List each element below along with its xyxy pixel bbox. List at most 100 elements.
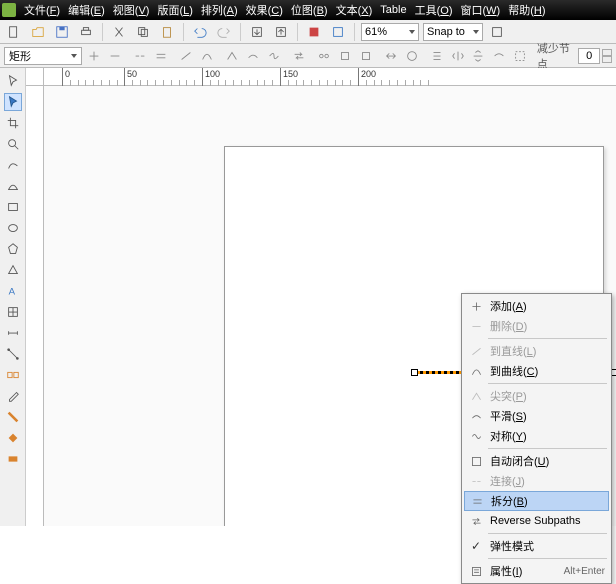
interactive-fill-tool[interactable] [4,450,22,468]
extend-icon[interactable] [315,46,332,66]
ctx-curve[interactable]: 到曲线(C) [464,361,609,381]
paste-icon[interactable] [157,22,177,42]
menu-窗口[interactable]: 窗口(W) [460,2,500,18]
text-tool[interactable]: A [4,282,22,300]
menu-Table[interactable]: Table [380,4,406,16]
elastic-icon[interactable] [491,46,508,66]
fill-tool[interactable] [4,429,22,447]
rotate-icon[interactable] [403,46,420,66]
redo-icon[interactable] [214,22,234,42]
smooth-icon[interactable] [244,46,261,66]
reduce-spinner[interactable]: 0 [578,48,612,64]
snap-select[interactable]: Snap to [423,23,483,41]
app-icon [2,3,16,17]
ctx-props[interactable]: 属性(I)Alt+Enter [464,561,609,581]
ctx-symm[interactable]: 对称(Y) [464,426,609,446]
ctx-plus[interactable]: 添加(A) [464,296,609,316]
print-icon[interactable] [76,22,96,42]
ctx-label: 对称(Y) [490,428,605,444]
basic-shapes-tool[interactable] [4,261,22,279]
freehand-tool[interactable] [4,156,22,174]
ellipse-tool[interactable] [4,219,22,237]
ctx-elastic[interactable]: 弹性模式 [464,536,609,556]
connector-tool[interactable] [4,345,22,363]
app-launcher-icon[interactable] [304,22,324,42]
symmetric-icon[interactable] [265,46,282,66]
reflect-v-icon[interactable] [470,46,487,66]
toolbox: A [0,68,26,526]
eyedropper-tool[interactable] [4,387,22,405]
ctx-label: 到曲线(C) [490,363,605,379]
minus-icon [468,318,484,334]
ctx-label: 尖突(P) [490,388,605,404]
extract-icon[interactable] [336,46,353,66]
interactive-blend-tool[interactable] [4,366,22,384]
undo-icon[interactable] [190,22,210,42]
elastic-icon [468,538,484,554]
select-all-icon[interactable] [512,46,529,66]
menu-文本[interactable]: 文本(X) [336,2,373,18]
cusp-icon[interactable] [224,46,241,66]
menu-帮助[interactable]: 帮助(H) [508,2,545,18]
export-icon[interactable] [271,22,291,42]
smooth-icon [468,408,484,424]
copy-icon[interactable] [133,22,153,42]
break-icon [469,493,485,509]
outline-tool[interactable] [4,408,22,426]
stretch-icon[interactable] [382,46,399,66]
ctx-label: 添加(A) [490,298,605,314]
ctx-break[interactable]: 拆分(B) [464,491,609,511]
table-tool[interactable] [4,303,22,321]
menu-位图[interactable]: 位图(B) [291,2,328,18]
shape-select[interactable]: 矩形 [4,47,82,65]
to-line-icon[interactable] [178,46,195,66]
rectangle-tool[interactable] [4,198,22,216]
zoom-select[interactable]: 61% [361,23,419,41]
join-nodes-icon[interactable] [132,46,149,66]
reverse-icon[interactable] [290,46,307,66]
align-icon[interactable] [428,46,445,66]
ruler-horizontal: 050100150200 [44,68,616,86]
new-icon[interactable] [4,22,24,42]
menu-文件[interactable]: 文件(F) [24,2,60,18]
ctx-rev[interactable]: Reverse Subpaths [464,511,609,531]
shape-label: 矩形 [9,48,31,64]
pick-tool[interactable] [4,72,22,90]
break-nodes-icon[interactable] [153,46,170,66]
cut-icon[interactable] [109,22,129,42]
ctx-label: 平滑(S) [490,408,605,424]
to-curve-icon[interactable] [199,46,216,66]
dimension-tool[interactable] [4,324,22,342]
polygon-tool[interactable] [4,240,22,258]
menu-版面[interactable]: 版面(L) [157,2,192,18]
options-icon[interactable] [487,22,507,42]
menu-排列[interactable]: 排列(A) [201,2,238,18]
open-icon[interactable] [28,22,48,42]
menu-编辑[interactable]: 编辑(E) [68,2,105,18]
delete-node-icon[interactable] [107,46,124,66]
shape-tool[interactable] [4,93,22,111]
menu-效果[interactable]: 效果(C) [246,2,283,18]
ctx-smooth[interactable]: 平滑(S) [464,406,609,426]
menu-视图[interactable]: 视图(V) [113,2,150,18]
close-icon [468,453,484,469]
ctx-close[interactable]: 自动闭合(U) [464,451,609,471]
ctx-minus: 删除(D) [464,316,609,336]
ctx-label: 到直线(L) [490,343,605,359]
import-icon[interactable] [247,22,267,42]
props-icon [468,563,484,579]
ctx-label: 连接(J) [490,473,605,489]
welcome-icon[interactable] [328,22,348,42]
line-icon [468,343,484,359]
rev-icon [468,513,484,529]
crop-tool[interactable] [4,114,22,132]
close-curve-icon[interactable] [357,46,374,66]
ctx-label: 自动闭合(U) [490,453,605,469]
join-icon [468,473,484,489]
reflect-h-icon[interactable] [449,46,466,66]
zoom-tool[interactable] [4,135,22,153]
add-node-icon[interactable] [86,46,103,66]
menu-工具[interactable]: 工具(O) [415,2,453,18]
save-icon[interactable] [52,22,72,42]
smart-fill-tool[interactable] [4,177,22,195]
